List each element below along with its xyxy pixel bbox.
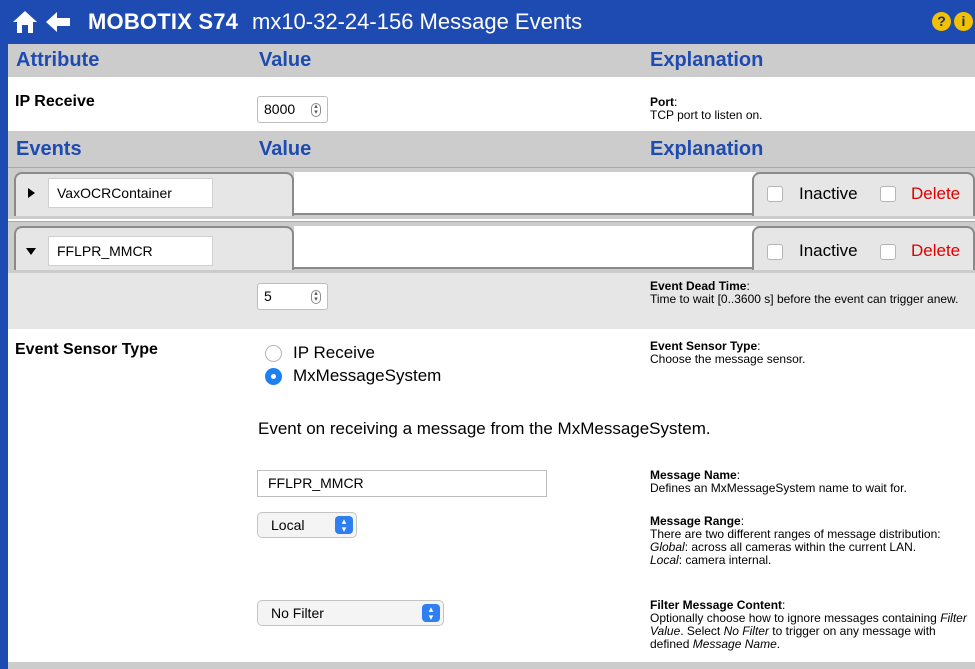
sensor-description: Event on receiving a message from the Mx… bbox=[258, 419, 711, 438]
disclosure-triangle-icon[interactable] bbox=[24, 244, 38, 258]
filter-expl-b: . Select bbox=[680, 624, 724, 638]
header-attribute: Attribute bbox=[16, 49, 100, 71]
global-term: Global bbox=[650, 540, 685, 554]
radio-mxmessagesystem[interactable] bbox=[265, 368, 282, 385]
message-range-explanation: Message Range: There are two different r… bbox=[650, 514, 941, 567]
sensor-type-explanation: Event Sensor Type: Choose the message se… bbox=[650, 339, 806, 366]
delete-checkbox[interactable] bbox=[880, 186, 896, 202]
message-name-term: Message Name bbox=[692, 637, 777, 651]
home-icon[interactable] bbox=[11, 8, 39, 36]
spinner-icon[interactable]: ▴ ▾ bbox=[311, 290, 321, 304]
message-name-explanation: Message Name: Defines an MxMessageSystem… bbox=[650, 468, 907, 495]
info-icon[interactable]: i bbox=[954, 12, 973, 31]
filter-expl-title: Filter Message Content bbox=[650, 598, 783, 612]
event-tab-body bbox=[294, 172, 756, 215]
delete-checkbox[interactable] bbox=[880, 244, 896, 260]
filter-select[interactable]: No Filter ▴ ▾ bbox=[257, 600, 444, 626]
radio-mxmessagesystem-label: MxMessageSystem bbox=[293, 366, 442, 385]
message-range-value: Local bbox=[271, 517, 305, 533]
no-filter-term: No Filter bbox=[723, 624, 769, 638]
message-name-expl-text: Defines an MxMessageSystem name to wait … bbox=[650, 481, 907, 495]
port-input[interactable]: 8000 ▴ ▾ bbox=[257, 96, 328, 123]
delete-label: Delete bbox=[911, 184, 961, 203]
filter-expl-d: . bbox=[776, 637, 781, 651]
inactive-checkbox[interactable] bbox=[767, 186, 783, 202]
bottom-bar bbox=[8, 662, 975, 669]
disclosure-triangle-icon[interactable] bbox=[24, 186, 38, 200]
help-icon[interactable]: ? bbox=[932, 12, 951, 31]
event-tab-body bbox=[294, 226, 756, 269]
select-chevron-icon: ▴ ▾ bbox=[422, 604, 440, 622]
event-name-field[interactable]: FFLPR_MMCR bbox=[48, 236, 213, 266]
global-text: : across all cameras within the current … bbox=[684, 540, 917, 554]
spinner-icon[interactable]: ▴ ▾ bbox=[311, 103, 321, 117]
filter-explanation: Filter Message Content: Optionally choos… bbox=[650, 598, 967, 651]
title-bar: MOBOTIX S74 mx10-32-24-156 Message Event… bbox=[0, 0, 975, 44]
local-term: Local bbox=[650, 553, 679, 567]
filter-value: No Filter bbox=[271, 605, 324, 621]
camera-model: MOBOTIX S74 bbox=[88, 9, 239, 34]
frame-left-border bbox=[0, 44, 8, 669]
message-range-expl-title: Message Range bbox=[650, 514, 741, 528]
header-value: Value bbox=[259, 49, 312, 71]
page-title: mx10-32-24-156 Message Events bbox=[252, 9, 583, 34]
inactive-label: Inactive bbox=[799, 184, 858, 203]
message-range-expl-text: There are two different ranges of messag… bbox=[650, 527, 941, 541]
inactive-checkbox[interactable] bbox=[767, 244, 783, 260]
inactive-label: Inactive bbox=[799, 241, 858, 260]
local-text: : camera internal. bbox=[678, 553, 772, 567]
message-name-input[interactable]: FFLPR_MMCR bbox=[257, 470, 547, 497]
radio-ip-receive-label: IP Receive bbox=[293, 343, 375, 362]
message-range-select[interactable]: Local ▴ ▾ bbox=[257, 512, 357, 538]
sensor-type-expl-title: Event Sensor Type bbox=[650, 339, 758, 353]
header-value-2: Value bbox=[259, 138, 312, 160]
dead-time-expl-title: Event Dead Time bbox=[650, 279, 747, 293]
header-events: Events bbox=[16, 138, 82, 160]
port-value: 8000 bbox=[264, 101, 296, 117]
sensor-type-expl-text: Choose the message sensor. bbox=[650, 352, 806, 366]
delete-label: Delete bbox=[911, 241, 961, 260]
event-name-field[interactable]: VaxOCRContainer bbox=[48, 178, 213, 208]
dead-time-expl-text: Time to wait [0..3600 s] before the even… bbox=[650, 292, 959, 306]
port-expl-text: TCP port to listen on. bbox=[650, 108, 763, 122]
attribute-header: Attribute Value Explanation bbox=[8, 44, 975, 77]
dead-time-explanation: Event Dead Time: Time to wait [0..3600 s… bbox=[650, 279, 959, 306]
event-sensor-type-label: Event Sensor Type bbox=[15, 341, 158, 358]
port-explanation: Port: TCP port to listen on. bbox=[650, 95, 763, 122]
back-arrow-icon[interactable] bbox=[44, 9, 72, 35]
filter-expl-a: Optionally choose how to ignore messages… bbox=[650, 611, 941, 625]
port-expl-title: Port bbox=[650, 95, 674, 109]
dead-time-input[interactable]: 5 ▴ ▾ bbox=[257, 283, 328, 310]
message-name-expl-title: Message Name bbox=[650, 468, 737, 482]
events-header: Events Value Explanation bbox=[8, 131, 975, 167]
dead-time-value: 5 bbox=[264, 288, 272, 304]
header-explanation: Explanation bbox=[650, 49, 764, 71]
ip-receive-label: IP Receive bbox=[15, 93, 95, 110]
header-explanation-2: Explanation bbox=[650, 138, 764, 160]
select-chevron-icon: ▴ ▾ bbox=[335, 516, 353, 534]
radio-ip-receive[interactable] bbox=[265, 345, 282, 362]
